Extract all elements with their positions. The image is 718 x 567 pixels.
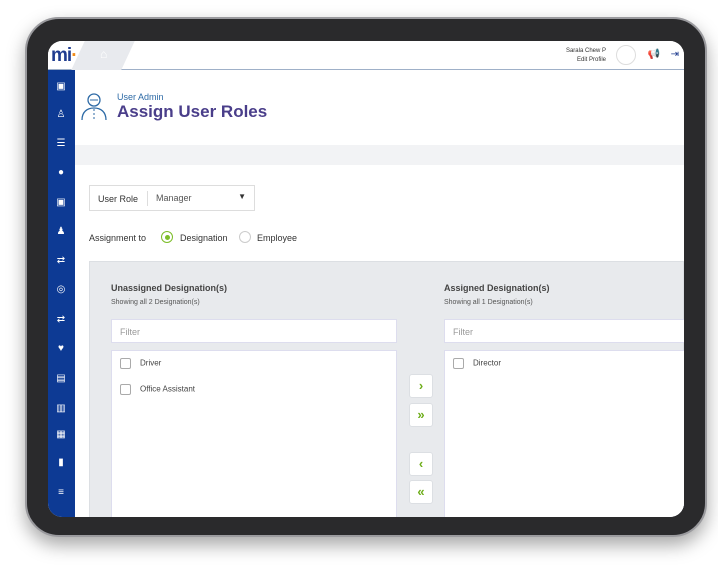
move-left-button[interactable]: ‹ bbox=[409, 452, 433, 476]
item-label: Driver bbox=[140, 358, 162, 368]
sidebar-report-icon[interactable]: ▮ bbox=[54, 456, 68, 470]
sidebar-edit-icon[interactable]: ▣ bbox=[54, 80, 68, 94]
list-item[interactable]: Office Assistant bbox=[120, 384, 195, 395]
unassigned-title: Unassigned Designation(s) bbox=[111, 283, 228, 293]
sidebar: ▣ ♙ ☰ ● ▣ ♟ ⇄ ◎ ⇄ ♥ ▤ ▥ ▦ ▮ ≡ bbox=[48, 70, 75, 517]
divider bbox=[147, 191, 148, 206]
radio-employee-label[interactable]: Employee bbox=[257, 233, 297, 243]
checkbox[interactable] bbox=[120, 384, 131, 395]
user-role-value: Manager bbox=[156, 193, 192, 203]
breadcrumb[interactable]: User Admin bbox=[117, 92, 164, 102]
sidebar-scan-icon[interactable]: ◎ bbox=[54, 283, 68, 297]
logo-dot: · bbox=[71, 45, 77, 66]
move-all-right-button[interactable]: » bbox=[409, 403, 433, 427]
user-info: Sarala Chew P Edit Profile bbox=[566, 47, 606, 65]
sidebar-user-icon[interactable]: ♙ bbox=[54, 108, 68, 122]
user-role-select[interactable]: User Role Manager ▼ bbox=[89, 185, 255, 211]
list-item[interactable]: Director bbox=[453, 358, 501, 369]
sidebar-menu-icon[interactable]: ≡ bbox=[54, 486, 68, 500]
assigned-filter-input[interactable]: Filter bbox=[444, 319, 684, 343]
unassigned-subtitle: Showing all 2 Designation(s) bbox=[111, 299, 200, 306]
user-name: Sarala Chew P bbox=[565, 48, 606, 54]
radio-designation-label[interactable]: Designation bbox=[180, 233, 228, 243]
sidebar-handshake-icon[interactable]: ♥ bbox=[54, 342, 68, 356]
item-label: Office Assistant bbox=[140, 384, 195, 394]
sidebar-payment-icon[interactable]: ▥ bbox=[54, 402, 68, 416]
assigned-title: Assigned Designation(s) bbox=[444, 283, 550, 293]
user-admin-icon bbox=[81, 93, 107, 121]
app-logo[interactable]: mi· bbox=[51, 45, 78, 67]
radio-employee[interactable] bbox=[239, 231, 251, 243]
top-bar: mi· ⌂ Sarala Chew P Edit Profile 📢 ⇥ bbox=[48, 41, 684, 70]
radio-designation[interactable] bbox=[161, 231, 173, 243]
sidebar-profile-icon[interactable]: ● bbox=[54, 166, 68, 180]
item-label: Director bbox=[473, 358, 502, 368]
move-right-button[interactable]: › bbox=[409, 374, 433, 398]
assigned-subtitle: Showing all 1 Designation(s) bbox=[444, 299, 533, 306]
checkbox[interactable] bbox=[453, 358, 464, 369]
dual-list-panel: Unassigned Designation(s) Showing all 2 … bbox=[89, 261, 684, 517]
assigned-list: Director bbox=[444, 350, 684, 517]
page-title: Assign User Roles bbox=[117, 102, 268, 121]
home-icon[interactable]: ⌂ bbox=[100, 47, 107, 61]
divider-strip bbox=[75, 145, 684, 165]
user-role-label: User Role bbox=[98, 194, 139, 204]
sidebar-user-settings-icon[interactable]: ♟ bbox=[54, 225, 68, 239]
logout-icon[interactable]: ⇥ bbox=[671, 49, 679, 60]
sidebar-list-icon[interactable]: ☰ bbox=[54, 137, 68, 151]
sidebar-money-icon[interactable]: ▤ bbox=[54, 372, 68, 386]
edit-profile-link[interactable]: Edit Profile bbox=[566, 56, 606, 65]
checkbox[interactable] bbox=[120, 358, 131, 369]
sidebar-translate-icon[interactable]: ⇄ bbox=[54, 254, 68, 268]
app-screen: mi· ⌂ Sarala Chew P Edit Profile 📢 ⇥ ▣ ♙… bbox=[48, 41, 684, 517]
sidebar-translate2-icon[interactable]: ⇄ bbox=[54, 313, 68, 327]
unassigned-list: Driver Office Assistant bbox=[111, 350, 397, 517]
sidebar-document-icon[interactable]: ▣ bbox=[54, 196, 68, 210]
unassigned-filter-input[interactable]: Filter bbox=[111, 319, 397, 343]
assignment-label: Assignment to bbox=[89, 233, 147, 243]
megaphone-icon[interactable]: 📢 bbox=[648, 49, 660, 60]
avatar[interactable] bbox=[616, 45, 636, 65]
move-all-left-button[interactable]: « bbox=[409, 480, 433, 504]
logo-text: mi bbox=[51, 45, 72, 66]
caret-down-icon: ▼ bbox=[238, 192, 246, 201]
list-item[interactable]: Driver bbox=[120, 358, 161, 369]
sidebar-chart-icon[interactable]: ▦ bbox=[54, 428, 68, 442]
